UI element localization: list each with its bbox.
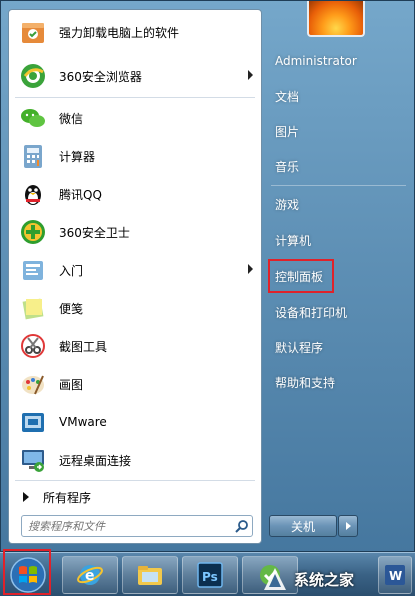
sticky-notes-icon xyxy=(17,292,49,324)
separator xyxy=(15,480,255,481)
right-item-label: 设备和打印机 xyxy=(275,305,348,320)
program-label: 远程桌面连接 xyxy=(59,453,132,468)
separator xyxy=(271,185,406,186)
vmware-icon xyxy=(17,406,49,438)
program-item-snipping[interactable]: 截图工具 xyxy=(11,328,259,364)
right-item-label: 帮助和支持 xyxy=(275,375,336,390)
program-label: 画图 xyxy=(59,377,84,392)
svg-text:Ps: Ps xyxy=(202,570,218,584)
paint-palette-icon xyxy=(17,368,49,400)
user-avatar[interactable] xyxy=(307,1,365,37)
search-icon[interactable] xyxy=(232,517,252,535)
all-programs-button[interactable]: 所有程序 xyxy=(11,482,259,512)
program-label: 360安全卫士 xyxy=(59,225,130,240)
program-item-getting-started[interactable]: 入门 xyxy=(11,252,259,288)
program-item-360-browser[interactable]: 360安全浏览器 xyxy=(11,58,259,94)
ie-browser-icon: e xyxy=(77,565,103,585)
photoshop-icon: Ps xyxy=(197,562,223,588)
right-item-label: 默认程序 xyxy=(275,340,324,355)
right-item-label: Administrator xyxy=(275,54,357,68)
watermark: 系统之家 xyxy=(262,565,402,593)
program-pane: 强力卸载电脑上的软件 360安全浏览器 微信 计算器 腾讯QQ 360安全卫士 … xyxy=(8,9,262,544)
right-item-label: 音乐 xyxy=(275,159,300,174)
watermark-logo-icon xyxy=(264,568,286,590)
program-item-calculator[interactable]: 计算器 xyxy=(11,138,259,174)
right-item-label: 图片 xyxy=(275,124,300,139)
wechat-icon xyxy=(17,102,49,134)
snipping-tool-icon xyxy=(17,330,49,362)
program-item-uninstall[interactable]: 强力卸载电脑上的软件 xyxy=(11,14,259,50)
getting-started-icon xyxy=(17,254,49,286)
watermark-text: 系统之家 xyxy=(294,570,355,589)
program-label: VMware xyxy=(59,415,107,429)
program-label: 微信 xyxy=(59,111,84,126)
file-explorer-icon xyxy=(138,566,162,585)
separator xyxy=(15,97,255,98)
taskbar-button-ie[interactable]: e xyxy=(62,556,118,594)
svg-text:e: e xyxy=(85,568,95,584)
start-menu: 强力卸载电脑上的软件 360安全浏览器 微信 计算器 腾讯QQ 360安全卫士 … xyxy=(0,0,415,552)
right-item-computer[interactable]: 计算机 xyxy=(269,225,409,255)
right-item-label: 文档 xyxy=(275,89,300,104)
program-label: 便笺 xyxy=(59,301,84,316)
program-label: 360安全浏览器 xyxy=(59,69,142,84)
right-item-label: 计算机 xyxy=(275,233,312,248)
taskbar: e Ps W 系统之家 xyxy=(0,552,415,596)
shutdown-button[interactable]: 关机 xyxy=(269,515,337,537)
calculator-icon xyxy=(17,140,49,172)
program-item-vmware[interactable]: VMware xyxy=(11,404,259,440)
program-label: 截图工具 xyxy=(59,339,108,354)
submenu-arrow-icon xyxy=(248,70,253,80)
submenu-arrow-icon xyxy=(248,264,253,274)
qq-penguin-icon xyxy=(17,178,49,210)
right-item-label: 游戏 xyxy=(275,197,300,212)
360-safeguard-icon xyxy=(17,216,49,248)
right-item-documents[interactable]: 文档 xyxy=(269,81,409,111)
program-item-sticky-notes[interactable]: 便笺 xyxy=(11,290,259,326)
start-button-highlight-frame xyxy=(3,549,51,595)
right-item-user-name[interactable]: Administrator xyxy=(269,46,409,76)
all-programs-label: 所有程序 xyxy=(43,490,92,505)
program-item-wechat[interactable]: 微信 xyxy=(11,100,259,136)
program-label: 腾讯QQ xyxy=(59,187,102,202)
right-item-help-support[interactable]: 帮助和支持 xyxy=(269,367,409,397)
program-item-paint[interactable]: 画图 xyxy=(11,366,259,402)
highlight-frame xyxy=(268,259,334,293)
right-item-devices-printers[interactable]: 设备和打印机 xyxy=(269,297,409,327)
program-label: 入门 xyxy=(59,263,84,278)
taskbar-button-explorer[interactable] xyxy=(122,556,178,594)
360-browser-icon xyxy=(17,60,49,92)
search-box xyxy=(21,515,253,537)
program-item-360-safe[interactable]: 360安全卫士 xyxy=(11,214,259,250)
right-item-music[interactable]: 音乐 xyxy=(269,151,409,181)
triangle-right-icon xyxy=(345,522,351,530)
search-input[interactable] xyxy=(28,517,232,535)
program-label: 计算器 xyxy=(59,149,96,164)
triangle-right-icon xyxy=(23,492,29,502)
taskbar-button-photoshop[interactable]: Ps xyxy=(182,556,238,594)
remote-desktop-icon xyxy=(17,444,49,476)
right-item-pictures[interactable]: 图片 xyxy=(269,116,409,146)
shutdown-options-button[interactable] xyxy=(338,515,358,537)
program-item-qq[interactable]: 腾讯QQ xyxy=(11,176,259,212)
uninstall-box-icon xyxy=(17,16,49,48)
right-item-default-programs[interactable]: 默认程序 xyxy=(269,332,409,362)
right-item-games[interactable]: 游戏 xyxy=(269,189,409,219)
program-item-remote-desktop[interactable]: 远程桌面连接 xyxy=(11,442,259,478)
program-label: 强力卸载电脑上的软件 xyxy=(59,25,180,40)
